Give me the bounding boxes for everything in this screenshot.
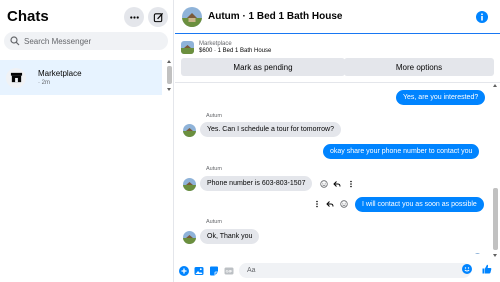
message-sender: Autum xyxy=(206,113,222,119)
ellipsis-icon xyxy=(129,15,139,19)
contact-avatar[interactable] xyxy=(183,124,196,137)
thumbs-up-icon[interactable] xyxy=(482,264,492,274)
listing-thumbnail xyxy=(181,40,194,54)
message-composer: GIF xyxy=(175,260,500,282)
conversation-title[interactable]: Autum · 1 Bed 1 Bath House xyxy=(208,11,342,22)
incoming-message[interactable]: Yes. Can I schedule a tour for tomorrow? xyxy=(200,122,341,137)
chat-list-pane: Chats Marketplace · 2m xyxy=(0,0,174,282)
more-options-button[interactable] xyxy=(124,7,144,27)
incoming-message[interactable]: Ok, Thank you xyxy=(200,229,260,244)
react-smiley-icon[interactable] xyxy=(340,200,348,208)
house-photo-icon xyxy=(182,6,202,27)
gif-icon[interactable]: GIF xyxy=(224,266,234,276)
house-photo-icon xyxy=(181,40,194,54)
contact-avatar[interactable] xyxy=(183,231,196,244)
svg-text:GIF: GIF xyxy=(226,269,233,274)
more-actions-icon[interactable] xyxy=(313,200,321,208)
house-photo-icon xyxy=(183,124,196,137)
chat-list-scrollbar[interactable] xyxy=(166,60,173,282)
house-photo-icon xyxy=(183,231,196,244)
more-actions-icon[interactable] xyxy=(347,180,355,188)
chats-title: Chats xyxy=(7,8,49,25)
incoming-message[interactable]: Phone number is 603-803-1507 xyxy=(200,176,313,191)
scroll-up-arrow-icon[interactable] xyxy=(167,60,171,63)
storefront-icon xyxy=(10,72,22,83)
listing-price-title: $600 · 1 Bed 1 Bath House xyxy=(199,47,272,54)
scroll-up-arrow-icon[interactable] xyxy=(493,84,497,87)
search-icon xyxy=(10,36,20,46)
reply-icon[interactable] xyxy=(333,180,341,188)
scroll-down-arrow-icon[interactable] xyxy=(493,254,497,257)
outgoing-message[interactable]: Yes, are you interested? xyxy=(396,90,486,105)
info-icon[interactable] xyxy=(476,11,488,23)
conversation-item-marketplace[interactable]: Marketplace · 2m xyxy=(0,60,162,95)
sticker-icon[interactable] xyxy=(209,266,219,276)
new-message-button[interactable] xyxy=(148,7,168,27)
message-sender: Autum xyxy=(206,166,222,172)
conversation-pane: Autum · 1 Bed 1 Bath House Marketplace $… xyxy=(175,0,500,282)
search-bar[interactable] xyxy=(4,32,168,50)
scroll-thumb[interactable] xyxy=(493,188,498,250)
reply-icon[interactable] xyxy=(326,200,334,208)
house-photo-icon xyxy=(183,178,196,191)
scroll-thumb[interactable] xyxy=(167,66,172,84)
conversation-header: Autum · 1 Bed 1 Bath House xyxy=(175,0,500,34)
conversation-name: Marketplace xyxy=(38,69,82,78)
react-smiley-icon[interactable] xyxy=(320,180,328,188)
message-input-field[interactable] xyxy=(239,263,471,278)
more-options-listing-button[interactable]: More options xyxy=(344,58,494,76)
outgoing-message[interactable]: okay share your phone number to contact … xyxy=(323,144,480,159)
search-input[interactable] xyxy=(24,36,164,46)
seen-avatar xyxy=(474,247,481,254)
message-input[interactable] xyxy=(247,267,447,274)
message-sender: Autum xyxy=(206,219,222,225)
contact-avatar[interactable] xyxy=(182,6,202,27)
photo-icon[interactable] xyxy=(194,266,204,276)
scroll-down-arrow-icon[interactable] xyxy=(167,88,171,91)
conversation-scrollbar[interactable] xyxy=(492,84,499,260)
emoji-icon[interactable] xyxy=(462,264,472,274)
house-photo-icon xyxy=(474,253,481,254)
avatar xyxy=(6,67,26,88)
compose-icon xyxy=(153,12,163,22)
plus-circle-icon[interactable] xyxy=(179,266,189,276)
contact-avatar[interactable] xyxy=(183,178,196,191)
marketplace-listing-banner[interactable]: Marketplace $600 · 1 Bed 1 Bath House xyxy=(175,36,500,58)
outgoing-message[interactable]: I will contact you as soon as possible xyxy=(355,197,484,212)
conversation-time: · 2m xyxy=(38,80,50,86)
listing-source-label: Marketplace xyxy=(199,40,232,47)
divider xyxy=(175,82,500,83)
mark-as-pending-button[interactable]: Mark as pending xyxy=(181,58,345,76)
